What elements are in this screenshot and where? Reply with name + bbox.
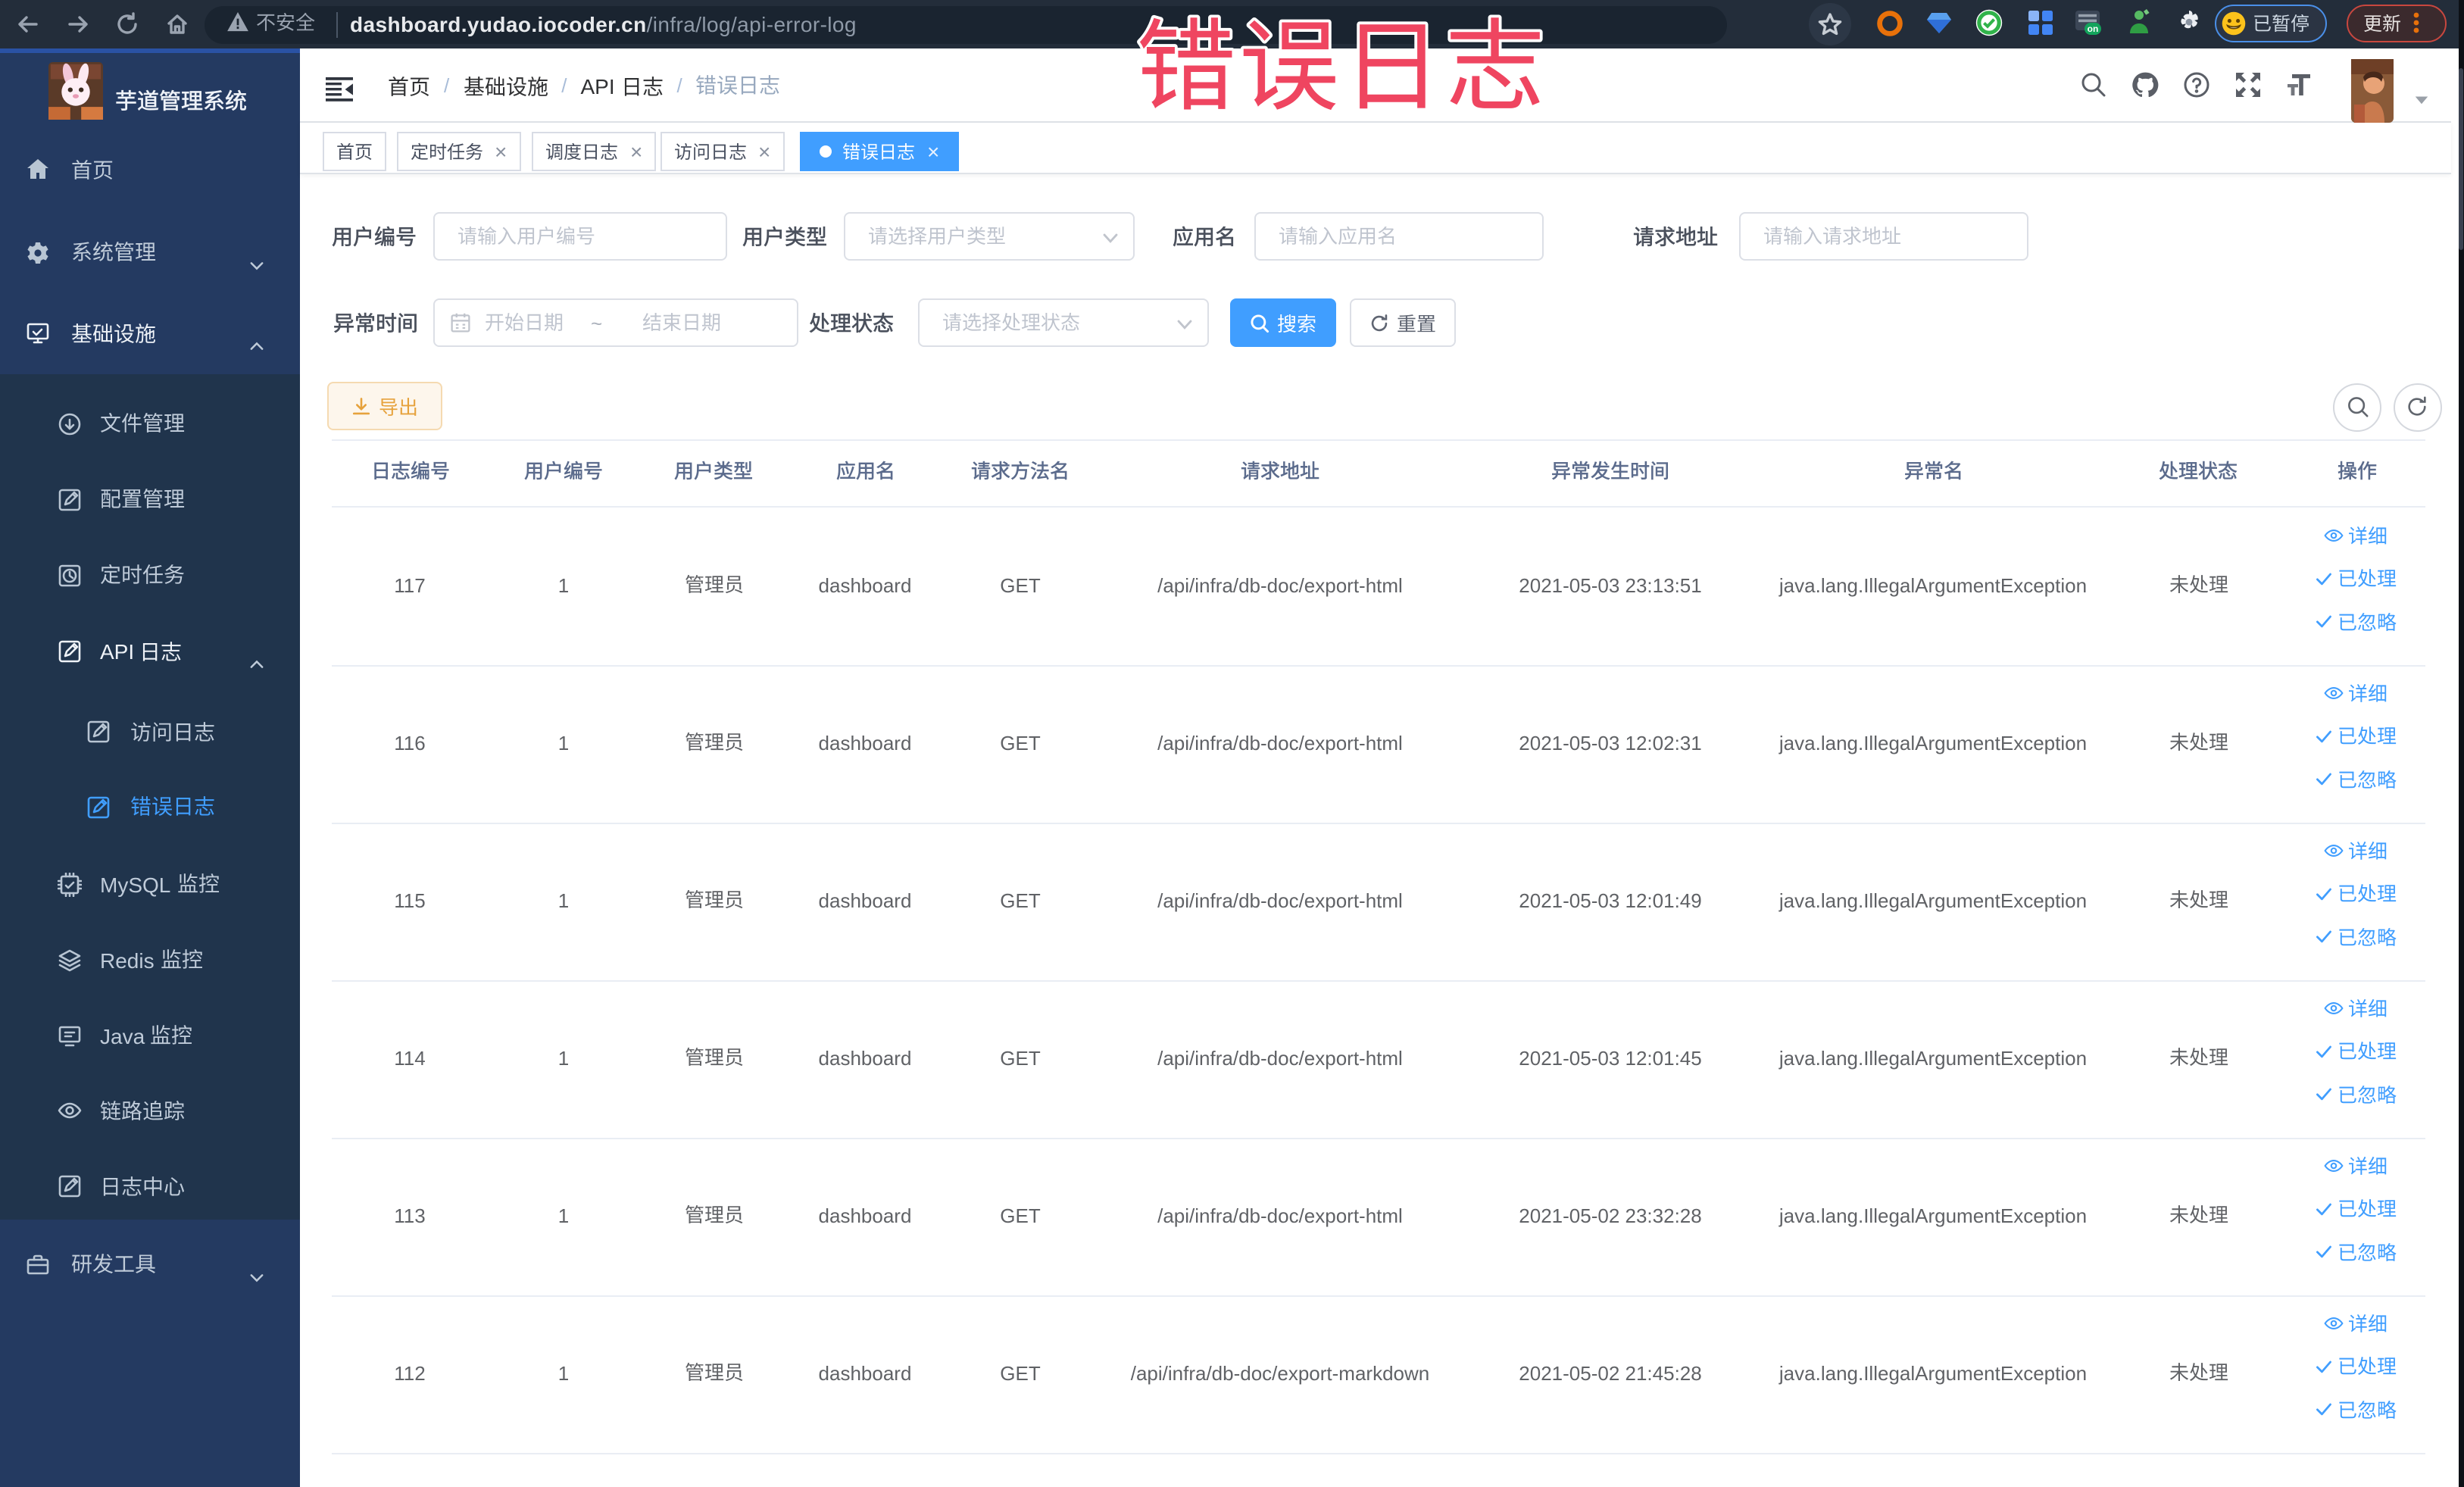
- svg-text:on: on: [2088, 23, 2099, 34]
